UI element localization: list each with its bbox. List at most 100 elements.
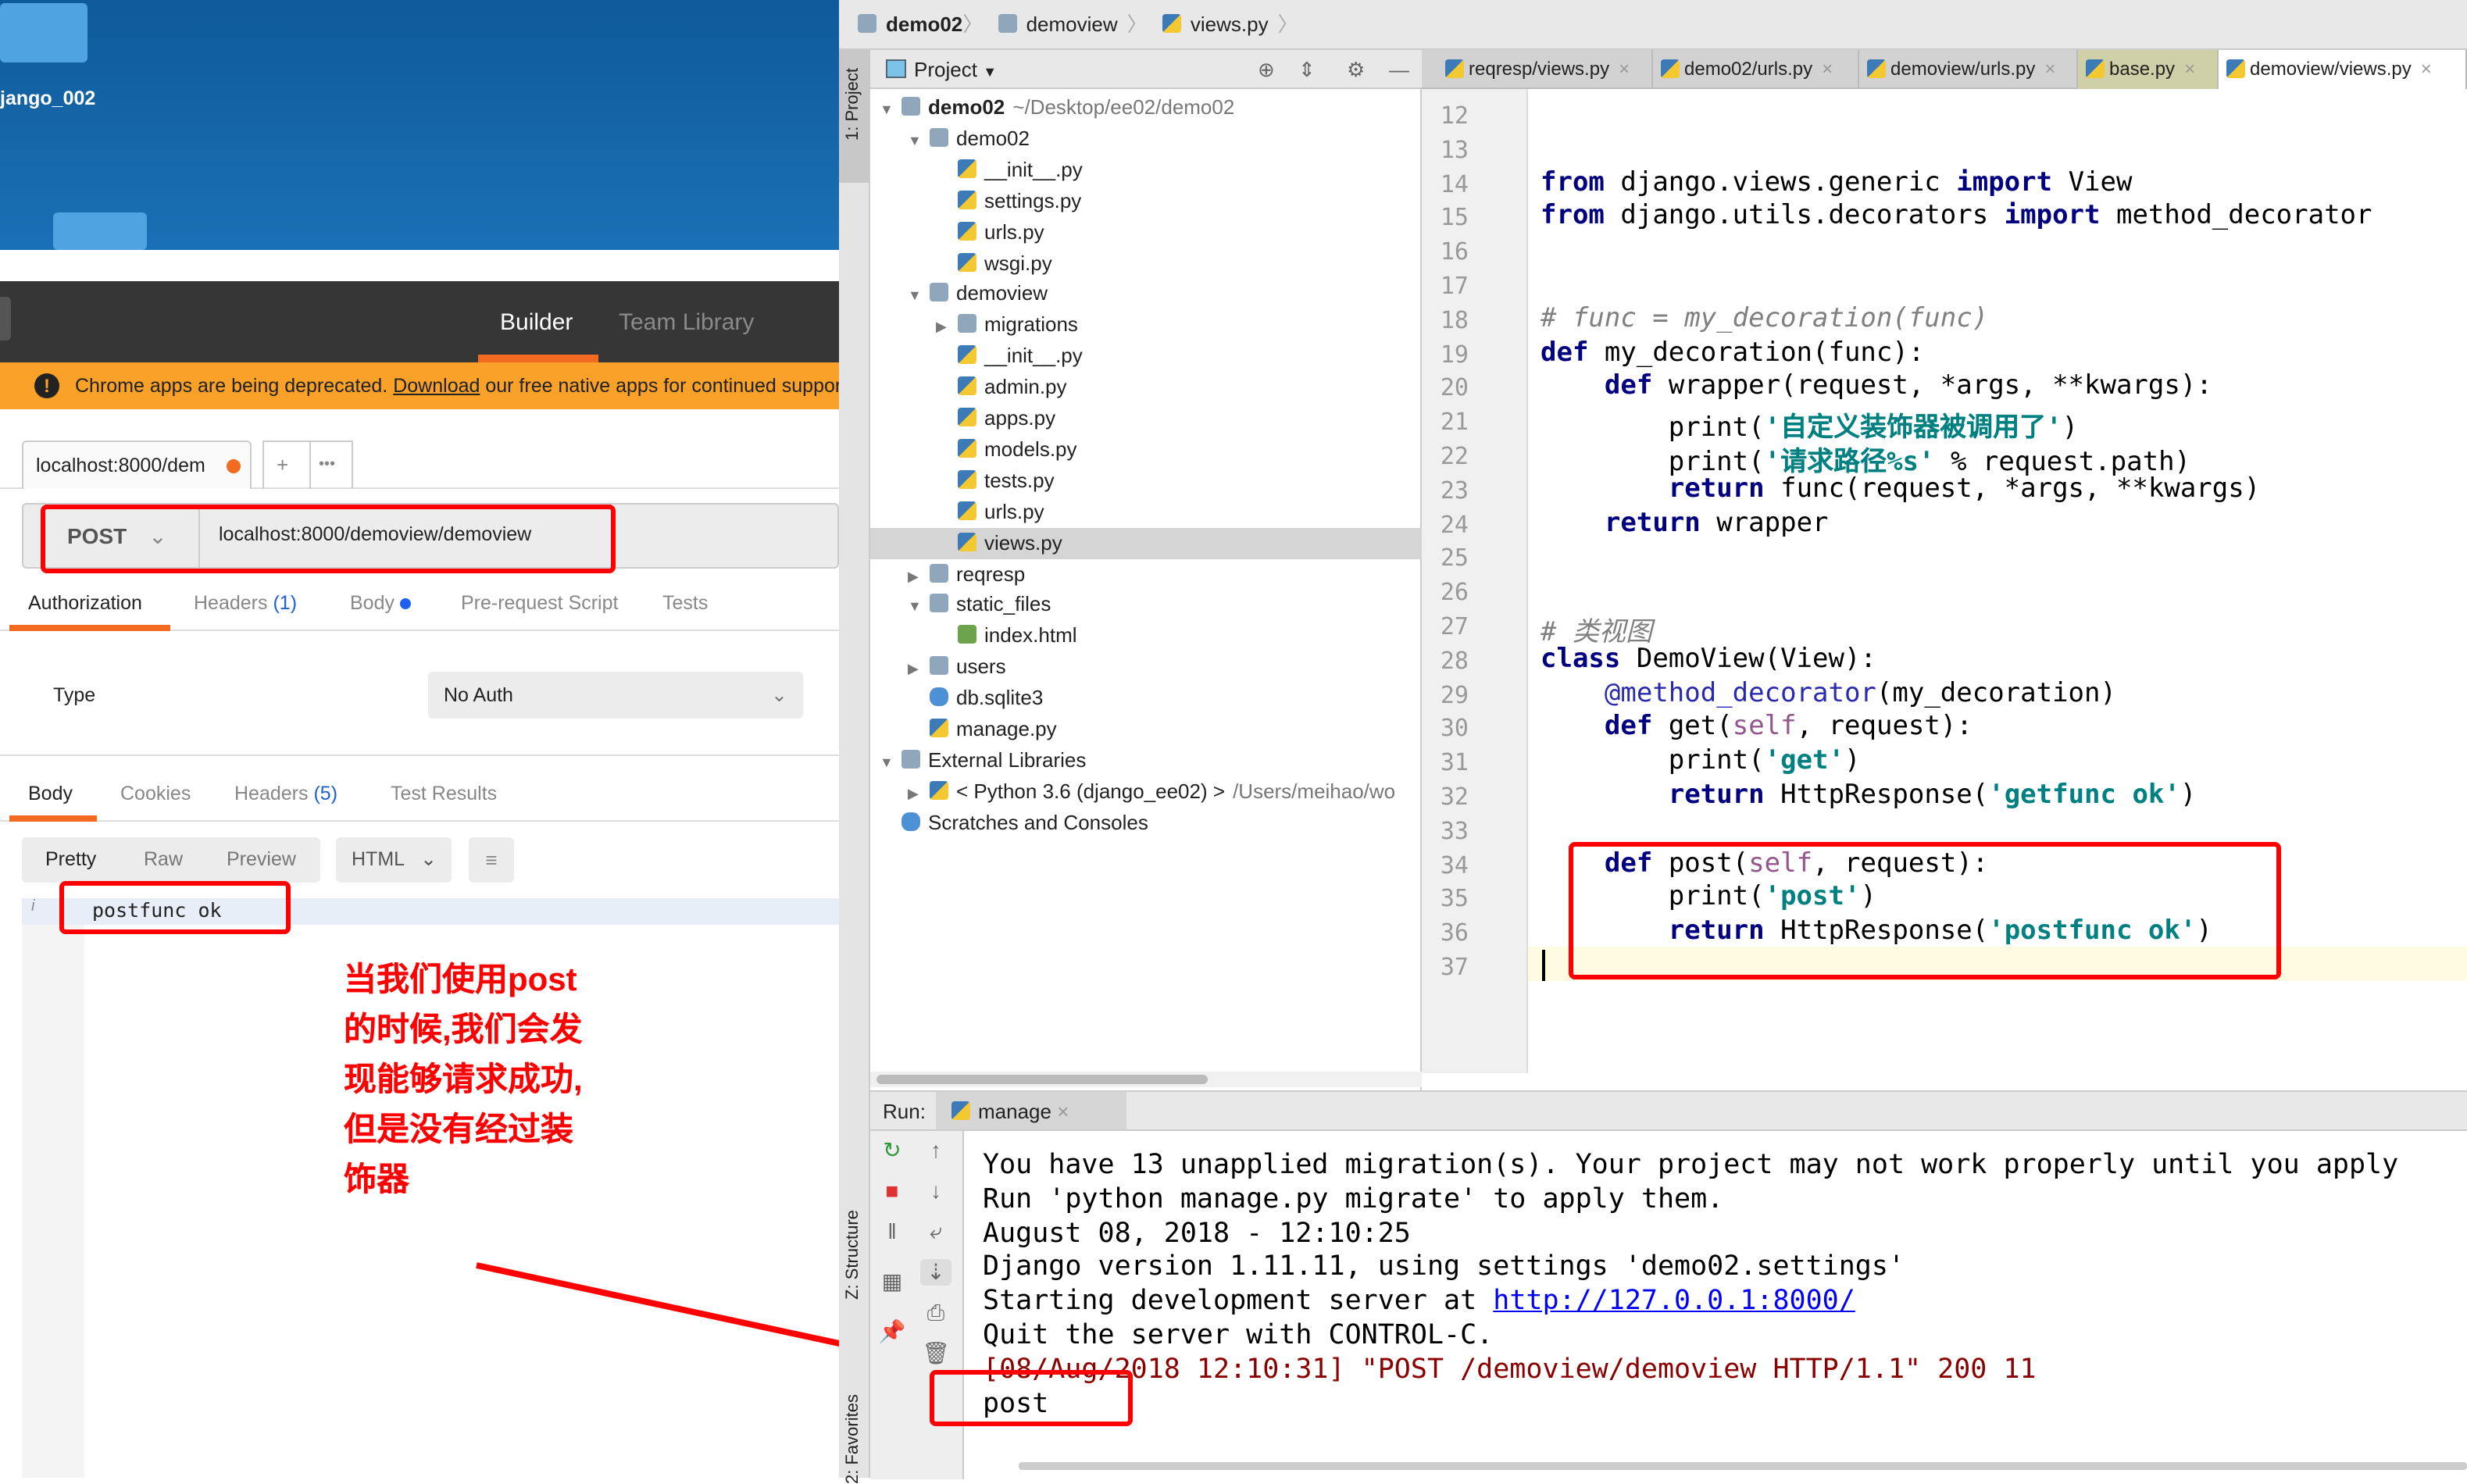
expand-arrow-icon[interactable]: ▼ (908, 591, 930, 622)
expand-arrow-icon[interactable]: ▶ (908, 778, 930, 809)
tree-item[interactable]: settings.py (870, 185, 1422, 216)
tree-item[interactable]: views.py (870, 527, 1422, 559)
editor-tab[interactable]: demoview/urls.py × (1859, 50, 2078, 89)
tree-item[interactable]: ▼ demo02 ~/Desktop/ee02/demo02 (870, 92, 1422, 123)
soft-wrap-icon[interactable]: ⤶ (920, 1218, 951, 1245)
close-icon[interactable]: × (2421, 58, 2432, 80)
tree-item[interactable]: ▼ demo02 (870, 123, 1422, 155)
tab-headers[interactable]: Headers (1) (194, 592, 297, 614)
pause-icon[interactable]: ‖ (876, 1218, 908, 1243)
structure-tool-button[interactable]: Z: Structure (844, 1210, 862, 1300)
auth-type-select[interactable]: No Auth ⌄ (428, 672, 803, 719)
rerun-icon[interactable]: ↻ (876, 1137, 908, 1164)
up-arrow-icon[interactable]: ↑ (920, 1137, 951, 1162)
tab-authorization[interactable]: Authorization (28, 592, 142, 614)
print-icon[interactable]: ⎙ (920, 1300, 951, 1326)
tree-item[interactable]: wsgi.py (870, 248, 1422, 279)
expand-arrow-icon[interactable]: ▼ (880, 747, 901, 778)
expand-arrow-icon[interactable]: ▶ (908, 653, 930, 684)
tree-item[interactable]: Scratches and Consoles (870, 807, 1422, 838)
horizontal-scrollbar[interactable] (870, 1072, 1422, 1087)
tree-item-label: External Libraries (928, 747, 1087, 772)
code-editor[interactable]: 12 13 14 15 16 17 18 19 20 21 22 23 24 25 26 27 28 29 30 31… (1422, 89, 2467, 1073)
team-library-tab[interactable]: Team Library (619, 309, 754, 336)
hide-icon[interactable]: — (1389, 50, 1409, 89)
tree-item[interactable]: urls.py (870, 216, 1422, 248)
tree-item[interactable]: ▶ reqresp (870, 558, 1422, 590)
tab-response-headers[interactable]: Headers (5) (234, 783, 337, 804)
server-url-link[interactable]: http://127.0.0.1:8000/ (1493, 1286, 1855, 1317)
close-icon[interactable]: × (2044, 58, 2055, 80)
request-tab[interactable]: localhost:8000/dem (22, 441, 252, 489)
expand-arrow-icon[interactable]: ▼ (880, 94, 901, 125)
expand-arrow-icon[interactable]: ▶ (936, 312, 958, 343)
collapse-icon[interactable]: ⇕ (1298, 50, 1316, 89)
tree-item-label: static_files (956, 592, 1051, 616)
active-tab-indicator (478, 355, 598, 362)
tab-pre-request-script[interactable]: Pre-request Script (461, 592, 618, 614)
tree-item[interactable]: ▶ migrations (870, 310, 1422, 341)
tree-item[interactable]: models.py (870, 434, 1422, 466)
pin-icon[interactable]: 📌 (876, 1318, 908, 1345)
close-icon[interactable]: × (2184, 58, 2195, 80)
tree-item[interactable]: __init__.py (870, 341, 1422, 372)
tree-item[interactable]: __init__.py (870, 155, 1422, 186)
tree-item[interactable]: apps.py (870, 403, 1422, 434)
expand-arrow-icon[interactable]: ▼ (908, 125, 930, 156)
trash-icon[interactable]: 🗑 (920, 1340, 951, 1367)
folder-icon[interactable] (0, 3, 87, 62)
scroll-to-end-icon[interactable]: ⇣ (920, 1259, 951, 1286)
tab-response-body[interactable]: Body (28, 783, 73, 804)
tree-item[interactable]: ▶ < Python 3.6 (django_ee02) > /Users/meih… (870, 776, 1422, 808)
expand-arrow-icon[interactable]: ▶ (908, 560, 930, 591)
editor-tab[interactable]: reqresp/views.py × (1437, 50, 1653, 89)
line-number: 18 (1440, 305, 1469, 334)
tree-item[interactable]: ▼ External Libraries (870, 745, 1422, 776)
line-number: 37 (1440, 953, 1469, 981)
tab-tests[interactable]: Tests (662, 592, 708, 614)
more-button[interactable]: ••• (309, 442, 335, 489)
project-tool-button[interactable]: 1: Project (844, 68, 862, 141)
run-tab-manage[interactable]: manage × (936, 1092, 1126, 1129)
pretty-button[interactable]: Pretty (45, 837, 96, 883)
tree-item[interactable]: admin.py (870, 372, 1422, 403)
builder-tab[interactable]: Builder (500, 309, 573, 336)
wrap-lines-icon[interactable]: ≡ (469, 837, 514, 883)
tree-item[interactable]: db.sqlite3 (870, 683, 1422, 714)
tree-item[interactable]: ▼ demoview (870, 279, 1422, 310)
tree-item[interactable]: ▶ users (870, 651, 1422, 683)
tree-item[interactable]: tests.py (870, 466, 1422, 497)
new-tab-button[interactable]: + (277, 442, 288, 489)
expand-arrow-icon[interactable]: ▼ (908, 280, 930, 312)
stop-icon[interactable]: ■ (876, 1178, 908, 1203)
tree-item[interactable]: ▼ static_files (870, 590, 1422, 621)
breadcrumb-item[interactable]: demoview (1026, 12, 1118, 36)
close-icon[interactable]: × (1057, 1100, 1069, 1123)
editor-tab[interactable]: demoview/views.py × (2219, 50, 2467, 89)
tab-test-results[interactable]: Test Results (391, 783, 497, 804)
raw-button[interactable]: Raw (144, 837, 183, 883)
breadcrumb-item[interactable]: views.py (1191, 12, 1269, 36)
tab-cookies[interactable]: Cookies (120, 783, 191, 804)
close-icon[interactable]: × (1822, 58, 1833, 80)
format-select[interactable]: HTML ⌄ (336, 837, 452, 883)
layout-icon[interactable]: ▦ (876, 1268, 908, 1295)
editor-tab[interactable]: base.py × (2078, 50, 2219, 89)
tree-item[interactable]: manage.py (870, 714, 1422, 745)
favorites-tool-button[interactable]: 2: Favorites (844, 1394, 862, 1484)
close-icon[interactable]: × (1619, 58, 1630, 80)
tree-item[interactable]: index.html (870, 621, 1422, 652)
preview-button[interactable]: Preview (227, 837, 296, 883)
download-link[interactable]: Download (393, 375, 480, 397)
breadcrumb-item[interactable]: demo02 (886, 12, 962, 36)
gear-icon[interactable]: ⚙ (1347, 50, 1365, 89)
locate-icon[interactable]: ⊕ (1258, 50, 1275, 89)
down-arrow-icon[interactable]: ↓ (920, 1178, 951, 1203)
folder-icon[interactable] (53, 212, 147, 250)
tree-item[interactable]: urls.py (870, 496, 1422, 527)
editor-tab[interactable]: demo02/urls.py × (1653, 50, 1859, 89)
project-view-select[interactable]: Project (914, 58, 977, 81)
console-scrollbar[interactable] (1019, 1462, 2467, 1470)
tab-body[interactable]: Body (350, 592, 411, 614)
